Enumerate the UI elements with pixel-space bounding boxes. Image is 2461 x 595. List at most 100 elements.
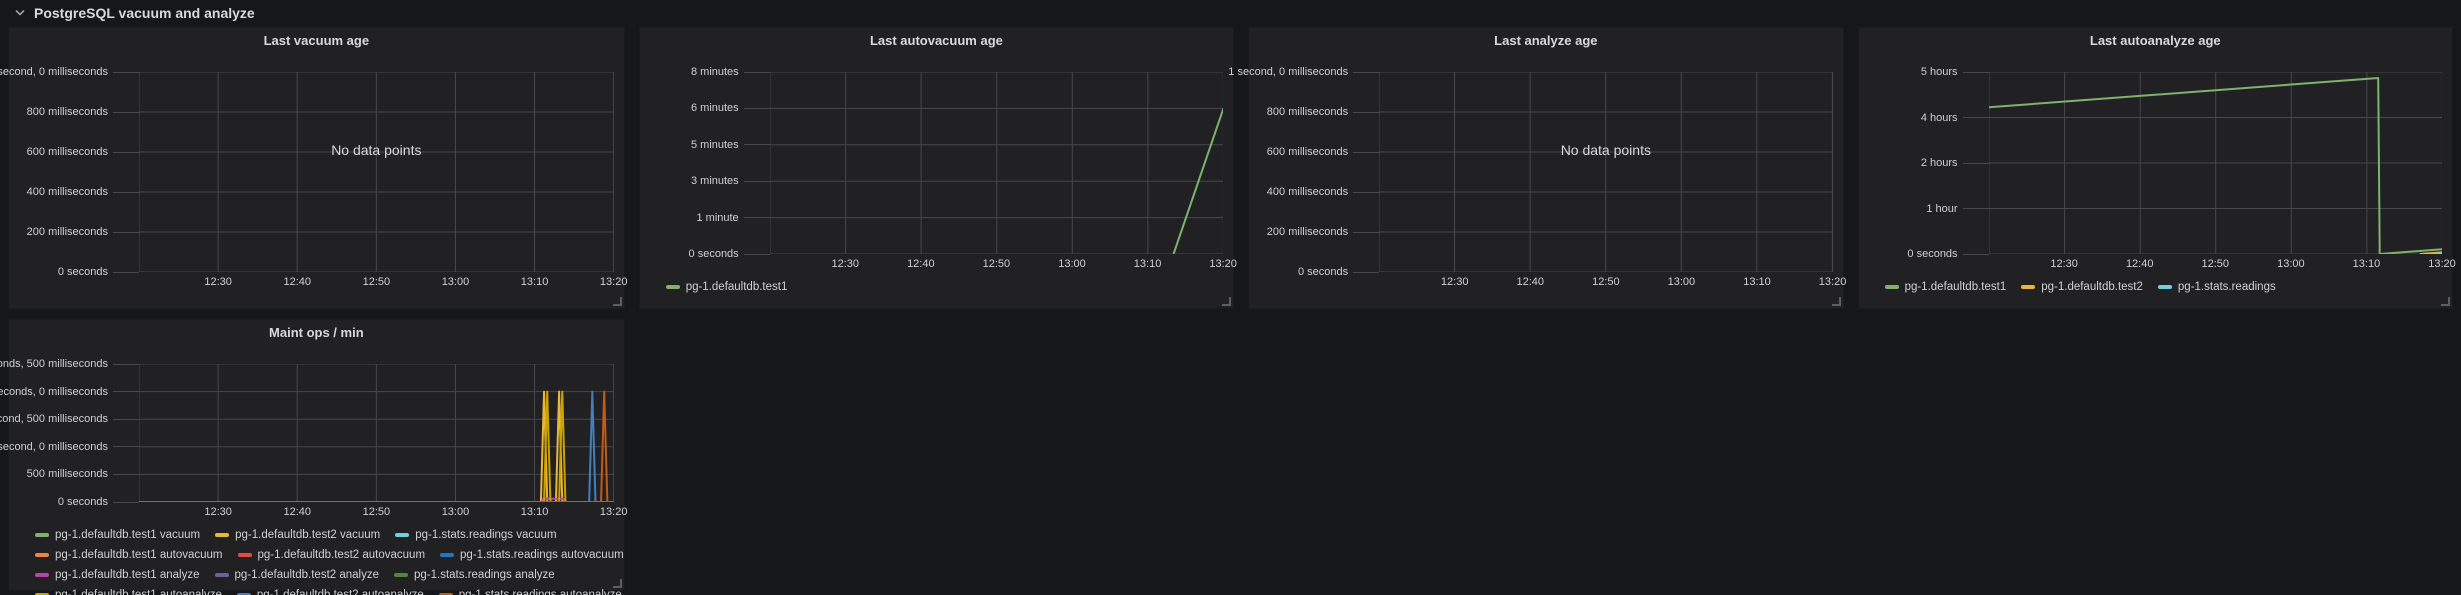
panel-resize-handle[interactable] — [613, 579, 622, 588]
panel-last-vacuum-age: Last vacuum age 0 seconds200 milliseconds… — [8, 27, 625, 309]
y-tick-label: 0 seconds — [640, 248, 770, 260]
y-tick-label: 2 hours — [1859, 157, 1989, 169]
legend-label: pg-1.defaultdb.test1 vacuum — [55, 529, 200, 541]
chart-body: 0 seconds200 milliseconds400 millisecond… — [1249, 72, 1842, 272]
y-tick-label: 0 seconds — [9, 266, 139, 278]
panel-resize-handle[interactable] — [1832, 297, 1841, 306]
chart-canvas[interactable] — [139, 364, 614, 502]
y-tick-label: 400 milliseconds — [1249, 186, 1379, 198]
x-axis: 12:3012:4012:5013:0013:1013:20 — [139, 274, 614, 290]
x-tick-label: 12:50 — [1592, 276, 1620, 288]
legend-item-pg-1-defaultdb-test1-analyze[interactable]: pg-1.defaultdb.test1 analyze — [35, 569, 200, 581]
chevron-down-icon[interactable] — [14, 7, 26, 19]
x-tick-label: 12:40 — [2126, 258, 2154, 270]
legend-item-pg-1-defaultdb-test2-autoanalyze[interactable]: pg-1.defaultdb.test2 autoanalyze — [237, 589, 424, 595]
plot-area[interactable] — [1989, 72, 2442, 254]
panel-title[interactable]: Last autoanalyze age — [1859, 28, 2452, 54]
panel-resize-handle[interactable] — [613, 297, 622, 306]
row-title[interactable]: PostgreSQL vacuum and analyze — [34, 5, 255, 21]
x-tick-label: 12:40 — [283, 506, 311, 518]
legend-swatch — [35, 573, 49, 577]
legend-item-pg-1-defaultdb-test1-autovacuum[interactable]: pg-1.defaultdb.test1 autovacuum — [35, 549, 223, 561]
legend-swatch — [215, 533, 229, 537]
legend-item-pg-1-defaultdb-test2-autovacuum[interactable]: pg-1.defaultdb.test2 autovacuum — [238, 549, 426, 561]
legend-item-pg-1-stats-readings[interactable]: pg-1.stats.readings — [2158, 281, 2276, 293]
y-tick-label: 0 seconds — [1859, 248, 1989, 260]
legend-label: pg-1.defaultdb.test2 — [2041, 281, 2143, 293]
legend-item-pg-1-stats-readings-autoanalyze[interactable]: pg-1.stats.readings autoanalyze — [439, 589, 622, 595]
chart-canvas[interactable] — [1989, 72, 2442, 254]
x-axis: 12:3012:4012:5013:0013:1013:20 — [1379, 274, 1832, 290]
plot-area[interactable]: No data points — [139, 72, 614, 272]
chart-canvas[interactable] — [139, 72, 614, 272]
panel-resize-handle[interactable] — [2441, 297, 2450, 306]
legend-item-pg-1-defaultdb-test1-autoanalyze[interactable]: pg-1.defaultdb.test1 autoanalyze — [35, 589, 222, 595]
x-tick-label: 12:30 — [2050, 258, 2078, 270]
x-tick-label: 12:50 — [363, 276, 391, 288]
y-tick-label: 4 hours — [1859, 112, 1989, 124]
plot-area[interactable] — [139, 364, 614, 502]
x-tick-label: 13:20 — [600, 276, 628, 288]
x-tick-label: 12:30 — [831, 258, 859, 270]
legend-item-pg-1-defaultdb-test2[interactable]: pg-1.defaultdb.test2 — [2021, 281, 2143, 293]
y-tick-label: 1 second, 0 milliseconds — [9, 441, 139, 453]
legend-label: pg-1.stats.readings vacuum — [415, 529, 556, 541]
panel-resize-handle[interactable] — [1222, 297, 1231, 306]
legend-item-pg-1-defaultdb-test1-vacuum[interactable]: pg-1.defaultdb.test1 vacuum — [35, 529, 200, 541]
chart-body: 0 seconds1 minute3 minutes5 minutes6 min… — [640, 72, 1233, 254]
chart-body: 0 seconds200 milliseconds400 millisecond… — [9, 72, 624, 272]
x-tick-label: 13:20 — [1819, 276, 1847, 288]
legend-label: pg-1.defaultdb.test1 — [1905, 281, 2007, 293]
legend-label: pg-1.defaultdb.test1 — [686, 281, 788, 293]
x-tick-label: 13:00 — [442, 276, 470, 288]
x-tick-label: 12:30 — [204, 276, 232, 288]
plot-area[interactable]: No data points — [1379, 72, 1832, 272]
legend-label: pg-1.defaultdb.test2 autoanalyze — [257, 589, 424, 595]
x-tick-label: 12:40 — [907, 258, 935, 270]
legend-row: pg-1.defaultdb.test1 vacuum pg-1.defaultd… — [35, 525, 624, 545]
y-axis: 0 seconds500 milliseconds1 second, 0 mil… — [9, 364, 139, 502]
legend-item-pg-1-defaultdb-test1[interactable]: pg-1.defaultdb.test1 — [1885, 281, 2007, 293]
x-tick-label: 13:20 — [600, 506, 628, 518]
y-tick-label: 1 minute — [640, 212, 770, 224]
y-axis: 0 seconds1 minute3 minutes5 minutes6 min… — [640, 72, 770, 254]
legend-swatch — [394, 573, 408, 577]
y-tick-label: 500 milliseconds — [9, 468, 139, 480]
panel-last-autovacuum-age: Last autovacuum age 0 seconds1 minute3 mi… — [639, 27, 1234, 309]
x-tick-label: 12:40 — [1517, 276, 1545, 288]
legend-label: pg-1.defaultdb.test1 autovacuum — [55, 549, 223, 561]
legend-item-pg-1-stats-readings-vacuum[interactable]: pg-1.stats.readings vacuum — [395, 529, 556, 541]
panel-title[interactable]: Maint ops / min — [9, 320, 624, 346]
panel-title[interactable]: Last vacuum age — [9, 28, 624, 54]
y-tick-label: 5 hours — [1859, 66, 1989, 78]
x-tick-label: 12:50 — [363, 506, 391, 518]
chart-canvas[interactable] — [770, 72, 1223, 254]
legend-item-pg-1-defaultdb-test2-analyze[interactable]: pg-1.defaultdb.test2 analyze — [215, 569, 380, 581]
panel-last-analyze-age: Last analyze age0 seconds200 millisecond… — [1248, 27, 1843, 309]
plot-area[interactable] — [770, 72, 1223, 254]
legend-swatch — [35, 553, 49, 557]
y-tick-label: 0 seconds — [9, 496, 139, 508]
legend-item-pg-1-defaultdb-test2-vacuum[interactable]: pg-1.defaultdb.test2 vacuum — [215, 529, 380, 541]
legend-item-pg-1-stats-readings-analyze[interactable]: pg-1.stats.readings analyze — [394, 569, 555, 581]
y-tick-label: 600 milliseconds — [1249, 146, 1379, 158]
x-axis: 12:3012:4012:5013:0013:1013:20 — [1989, 256, 2442, 272]
panel-maint-ops-min: Maint ops / min0 seconds500 milliseconds… — [8, 319, 625, 591]
dashboard-row-header[interactable]: PostgreSQL vacuum and analyze — [0, 0, 2461, 26]
legend-swatch — [215, 573, 229, 577]
legend-item-pg-1-defaultdb-test1[interactable]: pg-1.defaultdb.test1 — [666, 281, 788, 293]
panel-title[interactable]: Last autovacuum age — [640, 28, 1233, 54]
x-tick-label: 13:20 — [2428, 258, 2456, 270]
chart-canvas[interactable] — [1379, 72, 1832, 272]
legend: pg-1.defaultdb.test1 vacuum pg-1.defaultd… — [35, 525, 624, 595]
legend-label: pg-1.stats.readings — [2178, 281, 2276, 293]
legend-item-pg-1-stats-readings-autovacuum[interactable]: pg-1.stats.readings autovacuum — [440, 549, 624, 561]
panel-last-autoanalyze-age: Last autoanalyze age0 seconds1 hour2 hou… — [1858, 27, 2453, 309]
chart-body: 0 seconds1 hour2 hours4 hours5 hours — [1859, 72, 2452, 254]
panel-title[interactable]: Last analyze age — [1249, 28, 1842, 54]
y-axis: 0 seconds200 milliseconds400 millisecond… — [1249, 72, 1379, 272]
y-tick-label: 0 seconds — [1249, 266, 1379, 278]
y-tick-label: 6 minutes — [640, 102, 770, 114]
y-tick-label: 200 milliseconds — [1249, 226, 1379, 238]
legend-swatch — [35, 533, 49, 537]
